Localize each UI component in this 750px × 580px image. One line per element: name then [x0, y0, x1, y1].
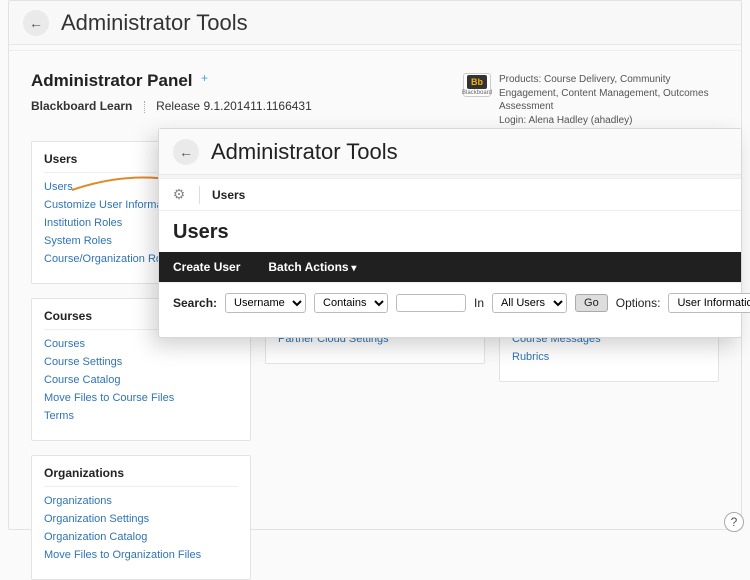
search-input[interactable] [396, 294, 466, 312]
nav-link[interactable]: Courses [44, 338, 238, 350]
header-divider [9, 45, 741, 51]
create-user-button[interactable]: Create User [173, 260, 240, 274]
overlay-title: Administrator Tools [211, 139, 398, 165]
help-icon: ? [731, 515, 738, 529]
release-version: 9.1.201411.1166431 [203, 99, 311, 113]
batch-actions-menu[interactable]: Batch Actions [268, 260, 356, 274]
card-organizations: Organizations Organizations Organization … [31, 455, 251, 580]
overlay-window: ← Administrator Tools ⚙ Users Users Crea… [158, 128, 742, 338]
brand-logo: Bb Blackboard [463, 73, 491, 97]
overlay-back-button[interactable]: ← [173, 139, 199, 165]
nav-link[interactable]: Course Catalog [44, 374, 238, 386]
options-label: Options: [616, 296, 661, 310]
nav-link[interactable]: Rubrics [512, 351, 706, 363]
bb-icon: Bb [467, 75, 487, 89]
nav-link[interactable]: Course Settings [44, 356, 238, 368]
arrow-left-icon: ← [179, 144, 193, 160]
overlay-action-bar: Create User Batch Actions [159, 252, 741, 282]
search-field-select[interactable]: Username [225, 293, 306, 313]
go-button[interactable]: Go [575, 294, 608, 312]
nav-link[interactable]: Terms [44, 410, 238, 422]
crumb-users[interactable]: Users [212, 188, 245, 202]
overlay-breadcrumb: ⚙ Users [159, 179, 741, 211]
separator [144, 101, 145, 113]
nav-link[interactable]: Move Files to Course Files [44, 392, 238, 404]
meta-login: Login: Alena Hadley (ahadley) [499, 114, 719, 128]
product-name: Blackboard Learn [31, 99, 132, 113]
meta-products: Products: Course Delivery, Community Eng… [499, 73, 719, 114]
overlay-page-title: Users [159, 211, 741, 252]
page-header: ← Administrator Tools [9, 1, 741, 45]
in-label: In [474, 296, 484, 310]
panel-title: Administrator Panel [31, 71, 193, 90]
nav-link[interactable]: Organization Catalog [44, 531, 238, 543]
nav-link[interactable]: Organization Settings [44, 513, 238, 525]
back-button[interactable]: ← [23, 10, 49, 36]
overlay-header: ← Administrator Tools [159, 129, 741, 175]
page-title: Administrator Tools [61, 10, 248, 36]
overlay-search-row: Search: Username Contains In All Users G… [159, 282, 741, 322]
arrow-left-icon: ← [29, 15, 43, 31]
plus-icon: + [201, 71, 208, 85]
options-select[interactable]: User Information [668, 293, 750, 313]
search-operator-select[interactable]: Contains [314, 293, 388, 313]
nav-link[interactable]: Organizations [44, 495, 238, 507]
search-label: Search: [173, 296, 217, 310]
crumb-divider [199, 186, 200, 204]
help-button[interactable]: ? [724, 512, 744, 532]
gear-icon[interactable]: ⚙ [171, 187, 187, 203]
search-scope-select[interactable]: All Users [492, 293, 567, 313]
card-title: Organizations [44, 466, 238, 487]
release-label: Release [156, 99, 200, 113]
brand-caption: Blackboard [462, 90, 492, 96]
nav-link[interactable]: Move Files to Organization Files [44, 549, 238, 561]
